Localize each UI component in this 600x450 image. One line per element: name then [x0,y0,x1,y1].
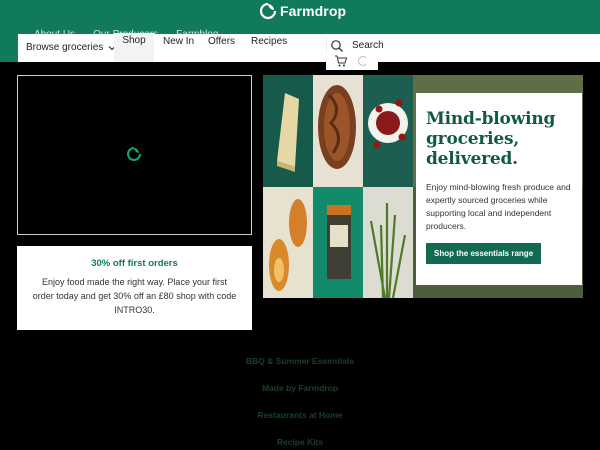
link-bbq-summer-essentials[interactable]: BBQ & Summer Essentials [0,354,600,381]
farmdrop-leaf-icon [259,2,277,20]
promo-card: 30% off first orders Enjoy food made the… [17,246,252,330]
browse-groceries-dropdown[interactable]: Browse groceries [26,42,116,53]
tab-shop[interactable]: Shop [114,33,154,62]
cart-icon[interactable] [334,54,348,68]
cart-area[interactable] [326,54,378,70]
tab-shop-label: Shop [122,35,146,46]
link-restaurants-at-home[interactable]: Restaurants at Home [0,408,600,435]
promo-body: Enjoy food made the right way. Place you… [32,277,237,315]
promo-title: 30% off first orders [91,258,178,269]
nav-recipes[interactable]: Recipes [251,36,287,47]
main-nav: Browse groceries Shop New In Offers Reci… [18,33,600,62]
browse-label: Browse groceries [26,42,104,53]
hero-title: Mind-blowing groceries, delivered. [426,109,556,169]
search-icon [331,40,343,52]
farmdrop-logo[interactable]: Farmdrop [258,1,346,21]
loading-spinner-icon [358,56,368,66]
shop-essentials-button[interactable]: Shop the essentials range [426,243,542,264]
brand-name: Farmdrop [280,3,347,19]
search-label: Search [352,40,384,51]
video-player[interactable] [17,75,252,235]
nav-new-in[interactable]: New In [163,36,194,47]
link-made-by-farmdrop[interactable]: Made by Farmdrop [0,381,600,408]
hero-description: Enjoy mind-blowing fresh produce and exp… [426,182,571,231]
link-recipe-kits[interactable]: Recipe Kits [0,435,600,450]
hero-card: Mind-blowing groceries, delivered. Enjoy… [416,93,582,285]
hero-banner: Mind-blowing groceries, delivered. Enjoy… [263,75,583,298]
nav-offers[interactable]: Offers [208,36,235,47]
category-links: BBQ & Summer Essentials Made by Farmdrop… [0,354,600,450]
farmdrop-leaf-icon [127,147,141,161]
